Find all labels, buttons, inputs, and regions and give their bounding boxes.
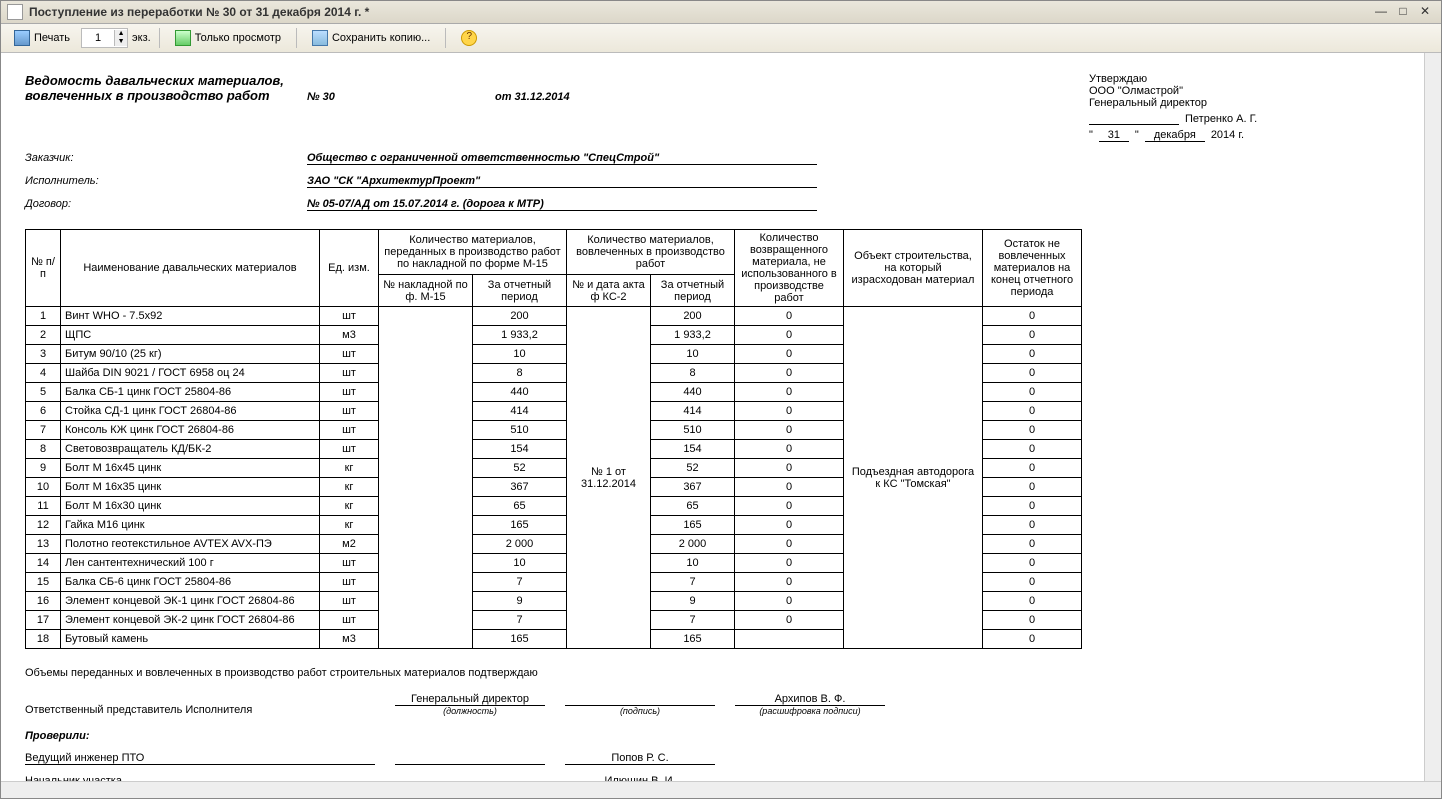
view-only-button[interactable]: Только просмотр <box>168 27 288 49</box>
footer: Объемы переданных и вовлеченных в произв… <box>25 667 1369 798</box>
resp-name: Архипов В. Ф. <box>735 693 885 706</box>
document-page: Ведомость давальческих материалов, вовле… <box>7 59 1387 798</box>
col-num: № п/п <box>26 230 61 307</box>
horizontal-scrollbar[interactable] <box>1 781 1441 798</box>
approve-month: декабря <box>1145 129 1205 142</box>
copies-input[interactable] <box>82 31 114 45</box>
spin-up-icon[interactable]: ▲ <box>114 30 127 38</box>
separator <box>159 28 160 48</box>
resp-label: Ответственный представитель Исполнителя <box>25 704 375 716</box>
col-unit: Ед. изм. <box>320 230 379 307</box>
print-icon <box>14 30 30 46</box>
app-window: Поступление из переработки № 30 от 31 де… <box>0 0 1442 799</box>
print-button[interactable]: Печать <box>7 27 77 49</box>
check1-name: Попов Р. С. <box>565 752 715 765</box>
help-icon: ? <box>461 30 477 46</box>
col-returned: Количество возвращенного материала, не и… <box>735 230 844 307</box>
table-row: 1Винт WHO - 7.5x92шт200№ 1 от 31.12.2014… <box>26 307 1082 326</box>
save-copy-button[interactable]: Сохранить копию... <box>305 27 437 49</box>
separator <box>445 28 446 48</box>
approve-sign: Петренко А. Г. <box>1185 113 1257 125</box>
restore-button[interactable]: □ <box>1393 5 1413 19</box>
approve-role: Генеральный директор <box>1089 97 1369 109</box>
approve-year: 2014 г. <box>1211 129 1244 142</box>
col-object: Объект строительства, на который израсхо… <box>844 230 983 307</box>
doc-icon <box>7 4 23 20</box>
col-m15: Количество материалов, переданных в прои… <box>379 230 567 275</box>
col-ks2-num: № и дата акта ф КС-2 <box>567 275 651 307</box>
separator <box>296 28 297 48</box>
executor-value: ЗАО "СК "АрхитектурПроект" <box>307 175 817 188</box>
doc-title-1: Ведомость давальческих материалов, <box>25 73 1089 88</box>
spin-down-icon[interactable]: ▼ <box>114 38 127 46</box>
toolbar: Печать ▲ ▼ экз. Только просмотр Сохранит… <box>1 24 1441 53</box>
help-button[interactable]: ? <box>454 27 484 49</box>
col-m15-num: № накладной по ф. М-15 <box>379 275 473 307</box>
check1-sign <box>395 764 545 765</box>
col-remain: Остаток не вовлеченных материалов на кон… <box>983 230 1082 307</box>
materials-table: № п/п Наименование давальческих материал… <box>25 229 1082 649</box>
approve-day: 31 <box>1099 129 1129 142</box>
approve-sign-line <box>1089 113 1179 125</box>
vertical-scrollbar[interactable] <box>1424 53 1441 782</box>
doc-number: № 30 <box>307 91 495 103</box>
col-ks2: Количество материалов, вовлеченных в про… <box>567 230 735 275</box>
view-label: Только просмотр <box>195 32 281 44</box>
col-name: Наименование давальческих материалов <box>61 230 320 307</box>
window-title: Поступление из переработки № 30 от 31 де… <box>29 5 1369 19</box>
col-ks2-per: За отчетный период <box>651 275 735 307</box>
print-label: Печать <box>34 32 70 44</box>
customer-label: Заказчик: <box>25 152 307 164</box>
resp-role: Генеральный директор <box>395 693 545 706</box>
confirm-text: Объемы переданных и вовлеченных в произв… <box>25 667 1369 679</box>
content-area: Ведомость давальческих материалов, вовле… <box>1 53 1441 798</box>
approve-org: ООО "Олмастрой" <box>1089 85 1369 97</box>
name-caption: (расшифровка подписи) <box>759 706 860 716</box>
close-button[interactable]: ✕ <box>1415 5 1435 19</box>
doc-date: от 31.12.2014 <box>495 91 570 103</box>
doc-title-2: вовлеченных в производство работ <box>25 88 307 103</box>
save-icon <box>312 30 328 46</box>
approval-block: Утверждаю ООО "Олмастрой" Генеральный ди… <box>1089 73 1369 142</box>
role-caption: (должность) <box>443 706 497 716</box>
minimize-button[interactable]: — <box>1371 5 1391 19</box>
sign-caption: (подпись) <box>620 706 660 716</box>
copies-unit: экз. <box>132 32 151 44</box>
save-label: Сохранить копию... <box>332 32 430 44</box>
view-icon <box>175 30 191 46</box>
col-m15-per: За отчетный период <box>473 275 567 307</box>
approve-label: Утверждаю <box>1089 73 1369 85</box>
contract-value: № 05-07/АД от 15.07.2014 г. (дорога к МТ… <box>307 198 817 211</box>
contract-label: Договор: <box>25 198 307 210</box>
copies-spinner[interactable]: ▲ ▼ <box>81 28 128 48</box>
checked-label: Проверили: <box>25 730 1369 742</box>
titlebar: Поступление из переработки № 30 от 31 де… <box>1 1 1441 24</box>
executor-label: Исполнитель: <box>25 175 307 187</box>
check1-role: Ведущий инженер ПТО <box>25 752 375 765</box>
customer-value: Общество с ограниченной ответственностью… <box>307 152 817 165</box>
